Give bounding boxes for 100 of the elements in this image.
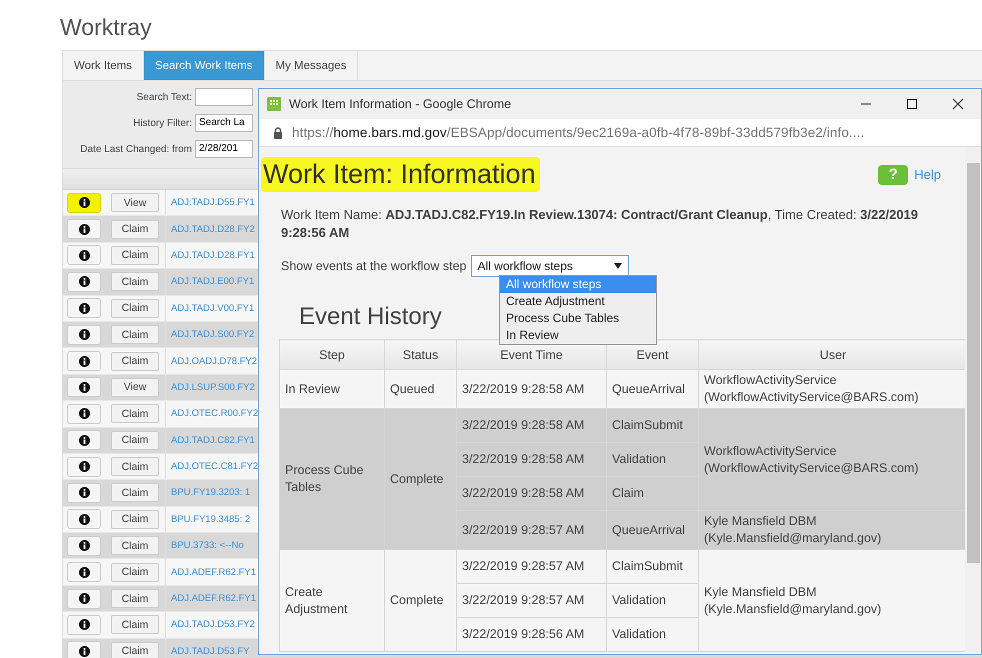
info-button[interactable] (67, 641, 101, 658)
table-cell: Claim (606, 476, 698, 510)
action-button[interactable]: Claim (111, 246, 159, 265)
info-button[interactable] (67, 536, 101, 556)
table-cell: 3/22/2019 9:28:58 AM (456, 476, 606, 510)
tab[interactable]: My Messages (264, 51, 358, 80)
table-cell: WorkflowActivityService (WorkflowActivityService@BARS.com) (698, 370, 965, 408)
info-button[interactable] (67, 245, 101, 266)
info-icon (78, 619, 90, 630)
action-button[interactable]: Claim (111, 404, 159, 424)
close-icon (952, 98, 964, 110)
page-title: Worktray (60, 13, 153, 42)
page-heading: Work Item: Information (261, 157, 540, 192)
info-icon (78, 329, 90, 340)
field-label: History Filter: (133, 118, 192, 128)
app-icon (267, 97, 281, 111)
action-button[interactable]: Claim (111, 615, 159, 634)
table-cell: 3/22/2019 9:28:57 AM (456, 550, 606, 584)
action-button[interactable]: Claim (111, 352, 159, 371)
table-cell: Queued (384, 370, 456, 408)
action-button[interactable]: Claim (111, 536, 159, 556)
info-button[interactable] (67, 562, 101, 582)
info-button[interactable] (67, 482, 101, 503)
table-cell: 3/22/2019 9:28:58 AM (456, 408, 606, 442)
action-button[interactable]: Claim (111, 642, 159, 658)
info-icon (78, 434, 90, 446)
info-icon (78, 514, 90, 525)
info-icon (78, 302, 90, 314)
history-filter-select[interactable]: Search La (195, 114, 253, 132)
table-cell: ClaimSubmit (606, 408, 698, 442)
date-field[interactable]: 2/28/201 (195, 140, 253, 158)
dropdown-option[interactable]: Create Adjustment (500, 293, 656, 310)
table-cell: Create Adjustment (280, 550, 384, 652)
info-button[interactable] (67, 324, 101, 345)
table-cell: 3/22/2019 9:28:58 AM (456, 370, 606, 408)
action-button[interactable]: Claim (111, 272, 159, 292)
table-cell: Complete (384, 408, 456, 550)
info-icon (78, 408, 90, 420)
info-button[interactable] (67, 377, 101, 398)
info-button[interactable] (67, 351, 101, 372)
action-button[interactable]: Claim (111, 562, 159, 582)
info-icon (78, 646, 90, 657)
table-cell: Kyle Mansfield DBM (Kyle.Mansfield@maryland.gov) (698, 510, 965, 550)
action-button[interactable]: View (111, 193, 159, 212)
work-item-details: Work Item Name: ADJ.TADJ.C82.FY19.In Review.13074: Contract/Grant Cleanup, Time Created: 3/22/2019 9:28:56 AM (281, 206, 920, 242)
info-button[interactable] (67, 192, 101, 213)
info-icon (78, 382, 90, 393)
action-button[interactable]: View (111, 378, 159, 397)
action-button[interactable]: Claim (111, 589, 159, 608)
section-title: Event History (299, 303, 442, 331)
action-button[interactable]: Claim (111, 510, 159, 529)
table-cell: 3/22/2019 9:28:57 AM (456, 584, 606, 618)
column-header: Step (280, 340, 384, 370)
column-header: User (698, 340, 965, 370)
table-cell: QueueArrival (606, 510, 698, 550)
info-button[interactable] (67, 404, 101, 424)
column-header: Status (384, 340, 456, 370)
info-icon (78, 224, 90, 235)
info-button[interactable] (67, 456, 101, 477)
info-button[interactable] (67, 588, 101, 609)
info-icon (78, 461, 90, 472)
action-button[interactable]: Claim (111, 220, 159, 239)
action-button[interactable]: Claim (111, 483, 159, 502)
info-button[interactable] (67, 298, 101, 318)
info-icon (78, 540, 90, 552)
table-cell: 3/22/2019 9:28:57 AM (456, 510, 606, 550)
table-cell: Validation (606, 618, 698, 652)
action-button[interactable]: Claim (111, 430, 159, 450)
info-button[interactable] (67, 614, 101, 635)
info-icon (78, 566, 90, 578)
table-cell: Validation (606, 442, 698, 476)
step-select[interactable]: All workflow steps (470, 255, 629, 277)
table-cell: In Review (280, 370, 384, 408)
table-cell: ClaimSubmit (606, 550, 698, 584)
search-text-field[interactable] (195, 88, 253, 106)
table-cell: WorkflowActivityService (WorkflowActivityService@BARS.com) (698, 408, 965, 510)
lock-icon (273, 126, 283, 138)
info-button[interactable] (67, 219, 101, 240)
info-button[interactable] (67, 272, 101, 292)
action-button[interactable]: Claim (111, 298, 159, 318)
info-icon (78, 197, 90, 208)
action-button[interactable]: Claim (111, 325, 159, 344)
dropdown-option[interactable]: Process Cube Tables (500, 310, 656, 327)
field-label: Date Last Changed: from (80, 144, 192, 154)
maximize-icon (906, 98, 918, 110)
table-cell: Validation (606, 584, 698, 618)
info-button[interactable] (67, 430, 101, 450)
action-button[interactable]: Claim (111, 457, 159, 476)
table-cell: 3/22/2019 9:28:58 AM (456, 442, 606, 476)
table-cell: Process Cube Tables (280, 408, 384, 550)
info-icon (78, 250, 90, 261)
table-cell: Complete (384, 550, 456, 652)
table-cell: QueueArrival (606, 370, 698, 408)
table-cell: 3/22/2019 9:28:56 AM (456, 618, 606, 652)
window-title: Work Item Information - Google Chrome (289, 97, 512, 111)
field-label: Search Text: (136, 92, 192, 102)
info-button[interactable] (67, 509, 101, 530)
info-icon (78, 276, 90, 288)
info-icon (78, 593, 90, 604)
table-cell: Kyle Mansfield DBM (Kyle.Mansfield@maryland.gov) (698, 550, 965, 652)
